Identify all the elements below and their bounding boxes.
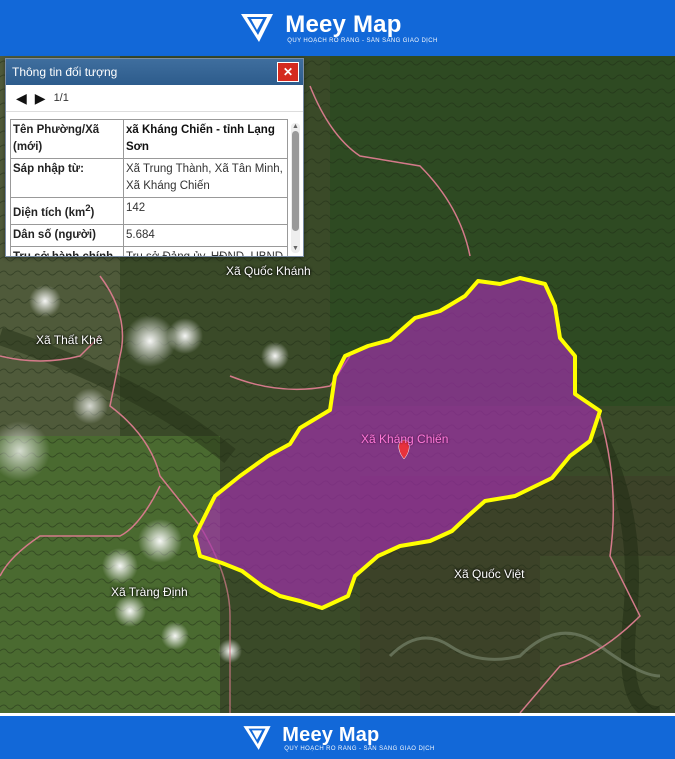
row-key: Diện tích (km2) [10, 197, 124, 225]
row-key: Sáp nhập từ: [10, 158, 124, 198]
panel-scrollbar[interactable]: ▲ ▼ [291, 123, 300, 253]
table-row: Dân số (người) 5.684 [10, 223, 288, 247]
prev-arrow-icon[interactable]: ◀ [16, 90, 27, 107]
next-arrow-icon[interactable]: ▶ [35, 90, 46, 107]
meey-logo-icon [243, 725, 271, 750]
label-khang-chien: Xã Kháng Chiến [361, 432, 449, 446]
label-trang-dinh: Xã Tràng Định [111, 585, 188, 599]
scroll-up-icon[interactable]: ▲ [291, 123, 300, 131]
label-that-khe: Xã Thất Khê [36, 333, 103, 347]
bottom-banner: Meey Map QUY HOẠCH RÕ RÀNG - SẴN SÀNG GI… [0, 713, 675, 759]
close-button[interactable]: ✕ [277, 62, 299, 82]
brand-logo-bottom: Meey Map QUY HOẠCH RÕ RÀNG - SẴN SÀNG GI… [240, 721, 434, 755]
pager-count: 1/1 [53, 92, 69, 104]
brand-logo: Meey Map QUY HOẠCH RÕ RÀNG - SẴN SÀNG GI… [237, 8, 437, 48]
scroll-down-icon[interactable]: ▼ [291, 245, 300, 253]
brand-name: Meey Map [285, 11, 402, 38]
label-quoc-viet: Xã Quốc Việt [454, 567, 525, 581]
brand-name-bottom: Meey Map [282, 723, 380, 746]
info-panel-body[interactable]: Tên Phường/Xã (mới) xã Kháng Chiến - tỉn… [6, 115, 303, 256]
brand-tagline-bottom: QUY HOẠCH RÕ RÀNG - SẴN SÀNG GIAO DỊCH [284, 745, 435, 752]
row-value: Trụ sở Đảng ủy, HĐND, UBND xã Kháng Chiế… [123, 245, 288, 256]
row-value: xã Kháng Chiến - tỉnh Lạng Sơn [123, 119, 288, 159]
info-panel-title: Thông tin đối tượng [12, 65, 118, 79]
brand-tagline: QUY HOẠCH RÕ RÀNG - SẴN SÀNG GIAO DỊCH [287, 38, 438, 44]
row-key: Trụ sở hành chính (mới) [10, 245, 124, 256]
table-row: Trụ sở hành chính (mới) Trụ sở Đảng ủy, … [10, 245, 288, 256]
row-value: Xã Trung Thành, Xã Tân Minh, Xã Kháng Ch… [123, 158, 288, 198]
row-value: 142 [123, 197, 288, 225]
table-row: Tên Phường/Xã (mới) xã Kháng Chiến - tỉn… [10, 119, 288, 159]
pager: ◀ ▶ 1/1 [6, 85, 303, 112]
info-panel: Thông tin đối tượng ✕ ◀ ▶ 1/1 Tên Phường… [5, 58, 304, 257]
attribute-table: Tên Phường/Xã (mới) xã Kháng Chiến - tỉn… [10, 119, 288, 256]
meey-logo-icon [241, 14, 274, 42]
row-key: Tên Phường/Xã (mới) [10, 119, 124, 159]
row-key: Dân số (người) [10, 223, 124, 247]
table-row: Sáp nhập từ: Xã Trung Thành, Xã Tân Minh… [10, 158, 288, 198]
top-banner: Meey Map QUY HOẠCH RÕ RÀNG - SẴN SÀNG GI… [0, 0, 675, 56]
row-value: 5.684 [123, 223, 288, 247]
info-panel-header: Thông tin đối tượng ✕ [6, 59, 303, 85]
label-quoc-khanh: Xã Quốc Khánh [226, 264, 311, 278]
scroll-thumb[interactable] [292, 131, 299, 231]
table-row: Diện tích (km2) 142 [10, 197, 288, 225]
